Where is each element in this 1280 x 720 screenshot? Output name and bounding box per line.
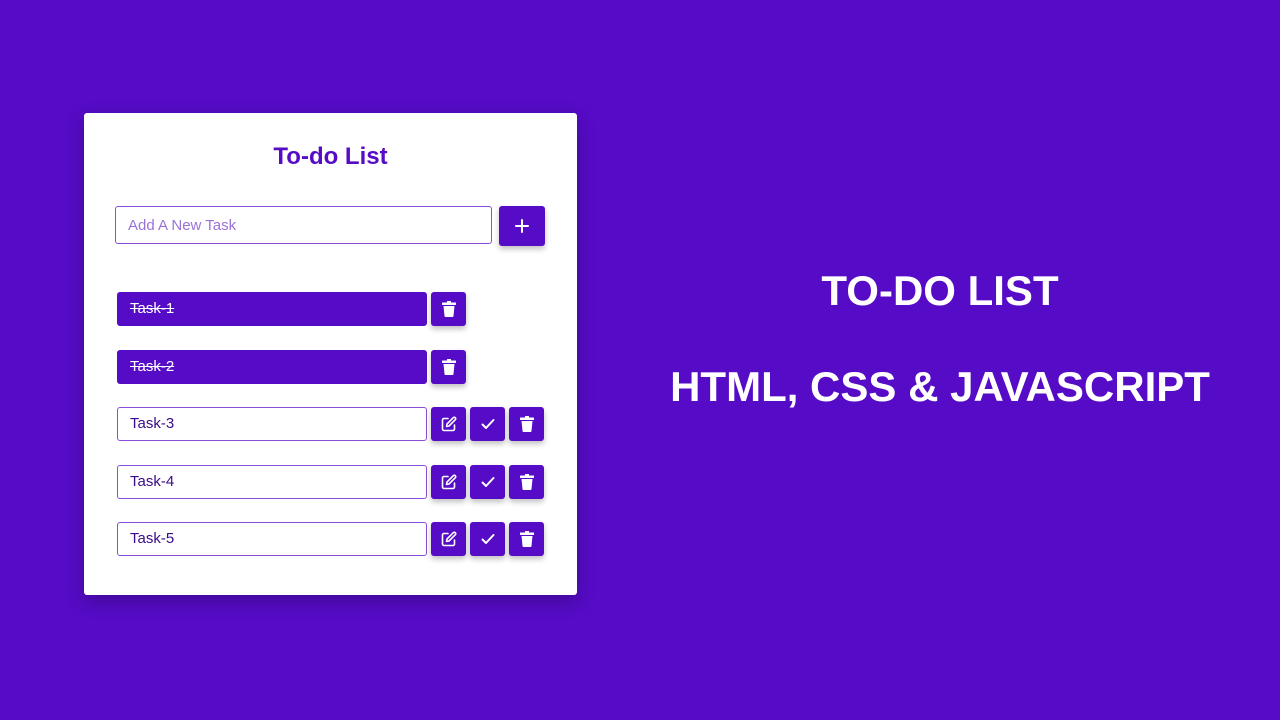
check-icon [481,419,494,429]
delete-task-button[interactable] [509,465,544,499]
plus-icon [515,219,529,233]
banner-title: TO-DO LIST [821,267,1059,314]
trash-icon [441,301,456,317]
banner-subtitle: HTML, CSS & JAVASCRIPT [670,363,1210,410]
delete-task-button[interactable] [509,522,544,556]
trash-icon [519,416,534,432]
delete-task-button[interactable] [431,350,466,384]
check-icon [481,534,494,544]
complete-task-button[interactable] [470,465,505,499]
add-task-button[interactable] [499,206,545,246]
delete-task-button[interactable] [509,407,544,441]
check-icon [481,477,494,487]
complete-task-button[interactable] [470,407,505,441]
task-label: Task-4 [117,465,427,499]
edit-task-button[interactable] [431,465,466,499]
card-title: To-do List [273,143,388,170]
complete-task-button[interactable] [470,522,505,556]
task-label: Task-5 [117,522,427,556]
trash-icon [441,359,456,375]
edit-icon [441,474,456,490]
task-label: Task-1 [117,292,427,326]
new-task-input[interactable] [115,206,492,244]
trash-icon [519,531,534,547]
task-label: Task-2 [117,350,427,384]
delete-task-button[interactable] [431,292,466,326]
edit-task-button[interactable] [431,407,466,441]
trash-icon [519,474,534,490]
task-label: Task-3 [117,407,427,441]
edit-icon [441,416,456,432]
todo-card: To-do List Task-1 Task-2 Task-3 [84,113,577,595]
edit-icon [441,531,456,547]
edit-task-button[interactable] [431,522,466,556]
